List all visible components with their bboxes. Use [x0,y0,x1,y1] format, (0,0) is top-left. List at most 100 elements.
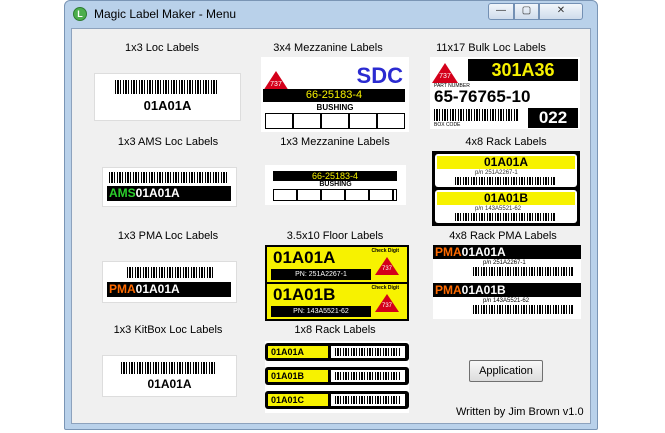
rack-strip-2: 01A01B [265,367,409,385]
brand-text: SDC [356,63,403,88]
tile-1x3-loc: 1x3 Loc Labels [82,41,242,55]
location-strip: AMS01A01A [107,186,231,201]
location-code: 301A36 [468,59,578,81]
maximize-button[interactable]: ▢ [514,3,539,20]
label-1x3-kitbox-preview[interactable]: 01A01A [102,355,237,397]
barcode [127,267,213,278]
info-boxes [265,113,405,129]
barcode [335,396,401,404]
tile-title: 4x8 Rack Labels [465,136,547,148]
tile-1x3-kitbox: 1x3 KitBox Loc Labels [88,323,248,337]
triangle-number: 737 [270,81,282,88]
rack-strip-3: 01A01C [265,391,409,409]
location-code: 01A01A [135,186,180,200]
info-boxes [273,189,397,201]
triangle-number: 737 [381,303,392,309]
label-1x3-loc-preview[interactable]: 01A01A [94,73,241,121]
prefix-text: PMA [435,283,462,297]
tile-title: 3x4 Mezzanine Labels [273,42,383,54]
box-code-caption: BOX CODE [434,122,461,128]
part-number: 65-76765-10 [434,87,531,106]
tile-1x3-mezzanine: 1x3 Mezzanine Labels [255,135,415,149]
barcode [335,372,401,380]
tile-1x3-ams: 1x3 AMS Loc Labels [88,135,248,149]
location-code: 01A01A [461,245,506,259]
rack-strip-1: 01A01A [265,343,409,361]
triangle-number: 737 [439,73,451,80]
triangle-number: 737 [381,266,392,272]
location-code: 01A01B [273,285,336,304]
rack-label-top: 01A01A p/n 251A2267-1 [435,154,577,187]
box-code: 022 [528,108,578,128]
tile-title: 1x3 Loc Labels [125,42,199,54]
label-1x3-ams-preview[interactable]: AMS01A01A [102,167,237,207]
tile-11x17-bulk: 11x17 Bulk Loc Labels [411,41,571,55]
location-code: 01A01B [461,283,506,297]
floor-label-top: 01A01A Check Digit 737 PN: 251A2267-1 [267,247,407,282]
barcode [455,213,555,221]
floor-label-bottom: 01A01B Check Digit 737 PN: 143A5521-62 [267,284,407,319]
barcode [473,305,573,314]
application-button[interactable]: Application [469,360,543,382]
part-number: 66-25183-4 [273,171,397,181]
location-code: 01A01A [268,346,328,358]
close-button[interactable]: ✕ [539,3,583,20]
menu-panel: 1x3 Loc Labels 01A01A 3x4 Mezzanine Labe… [71,28,591,424]
location-code: 01A01A [437,156,575,169]
part-number: p/n 251A2267-1 [483,260,526,266]
tile-title: 1x3 AMS Loc Labels [117,136,219,148]
part-number: p/n 251A2267-1 [475,170,518,176]
location-code: 01A01A [273,248,336,267]
label-3.5x10-floor-preview[interactable]: 01A01A Check Digit 737 PN: 251A2267-1 01… [265,245,409,321]
tile-title: 1x3 KitBox Loc Labels [113,324,223,336]
rack-label-bottom: 01A01B p/n 143A5521-62 [435,190,577,223]
rack-pma-bottom-strip: PMA01A01B [433,283,581,297]
label-11x17-bulk-preview[interactable]: 737 301A36 PART NUMBER 65-76765-10 BOX C… [430,57,580,129]
barcode-area [331,346,405,358]
part-number: PN: 143A5521-62 [271,306,371,317]
tile-3.5x10-floor: 3.5x10 Floor Labels [255,229,415,243]
tile-3x4-mezzanine: 3x4 Mezzanine Labels [248,41,408,55]
location-strip: PMA01A01A [107,282,231,297]
label-1x3-pma-preview[interactable]: PMA01A01A [102,261,237,303]
tile-4x8-rack: 4x8 Rack Labels [426,135,586,149]
prefix-text: AMS [109,186,136,200]
tile-title: 4x8 Rack PMA Labels [449,230,557,242]
app-logo-icon: L [73,7,87,21]
tile-4x8-rack-pma: 4x8 Rack PMA Labels [423,229,583,243]
app-window: L Magic Label Maker - Menu — ▢ ✕ 1x3 Loc… [64,0,598,430]
label-1x3-mezzanine-preview[interactable]: 66-25183-4 BUSHING [265,165,406,205]
check-digit-label: Check Digit [371,285,399,291]
label-3x4-mezzanine-preview[interactable]: 737 SDC 66-25183-4 BUSHING [261,57,409,132]
part-description: BUSHING [316,103,354,112]
tile-title: 1x3 PMA Loc Labels [117,230,219,242]
location-code: 01A01B [437,192,575,205]
barcode [335,348,401,356]
part-number: p/n 143A5521-62 [475,206,522,212]
location-code: 01A01B [268,370,328,382]
title-bar[interactable]: L Magic Label Maker - Menu — ▢ ✕ [65,1,597,27]
label-1x8-rack-preview[interactable]: 01A01A 01A01B 01A01C [265,341,409,413]
tile-title: 1x8 Rack Labels [294,324,376,336]
barcode-area [331,394,405,406]
barcode [121,362,217,374]
tile-title: 3.5x10 Floor Labels [286,230,384,242]
tile-1x3-pma: 1x3 PMA Loc Labels [88,229,248,243]
tile-title: 1x3 Mezzanine Labels [280,136,390,148]
location-code: 01A01C [268,394,328,406]
label-4x8-rack-preview[interactable]: 01A01A p/n 251A2267-1 01A01B p/n 143A552… [432,151,580,226]
location-code: 01A01A [143,98,192,113]
location-code: 01A01A [135,282,180,296]
barcode [473,267,573,276]
label-4x8-rack-pma-preview[interactable]: PMA01A01A p/n 251A2267-1 PMA01A01B p/n 1… [433,245,581,319]
tile-title: 11x17 Bulk Loc Labels [436,42,546,54]
author-credit: Written by Jim Brown v1.0 [456,406,584,418]
prefix-text: PMA [109,282,136,296]
barcode [115,80,219,94]
check-digit-label: Check Digit [371,248,399,254]
tile-1x8-rack: 1x8 Rack Labels [255,323,415,337]
window-title: Magic Label Maker - Menu [94,7,237,21]
barcode [455,177,555,185]
minimize-button[interactable]: — [488,3,514,20]
barcode [109,172,227,183]
